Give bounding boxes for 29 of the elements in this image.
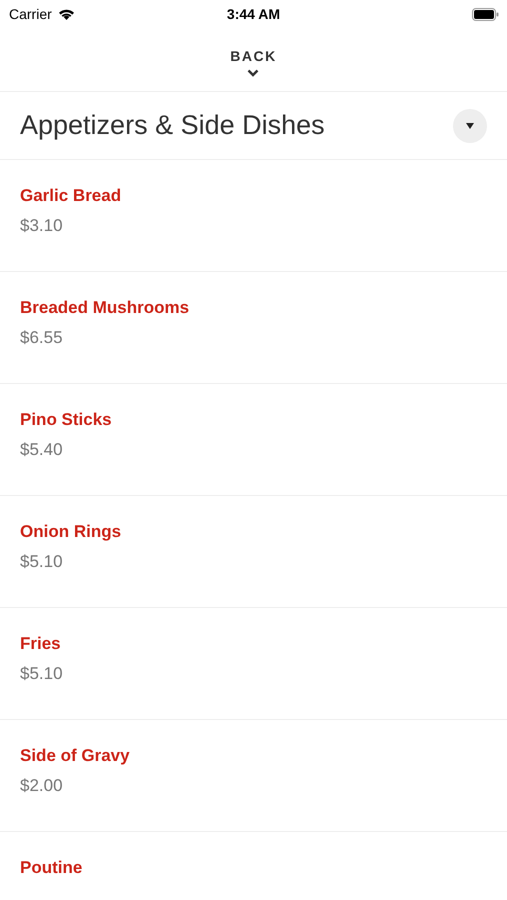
item-name: Breaded Mushrooms [20,298,190,318]
back-button[interactable]: BACK [230,48,277,77]
item-name: Pino Sticks [20,410,112,430]
item-name: Fries [20,634,61,654]
menu-item[interactable]: Side of Gravy $2.00 [0,720,507,832]
item-name: Onion Rings [20,522,122,542]
wifi-icon [58,8,75,20]
dropdown-button[interactable] [453,108,487,142]
item-price: $5.10 [20,664,63,684]
clock-time: 3:44 AM [226,6,280,22]
menu-item[interactable]: Onion Rings $5.10 [0,496,507,608]
item-name: Side of Gravy [20,746,130,766]
item-price: $6.55 [20,328,63,348]
menu-item[interactable]: Garlic Bread $3.10 [0,160,507,272]
battery-icon [472,8,499,20]
item-price: $3.10 [20,216,63,236]
category-title: Appetizers & Side Dishes [20,110,325,141]
item-name: Poutine [20,858,82,878]
menu-item[interactable]: Poutine [0,832,507,900]
item-name: Garlic Bread [20,186,122,206]
item-price: $2.00 [20,776,63,796]
menu-item[interactable]: Fries $5.10 [0,608,507,720]
carrier-name: Carrier [9,6,52,22]
item-price: $5.40 [20,440,63,460]
menu-item[interactable]: Pino Sticks $5.40 [0,384,507,496]
menu-item[interactable]: Breaded Mushrooms $6.55 [0,272,507,384]
caret-icon [466,122,474,128]
chevron-down-icon [247,69,260,77]
item-price: $5.10 [20,552,63,572]
